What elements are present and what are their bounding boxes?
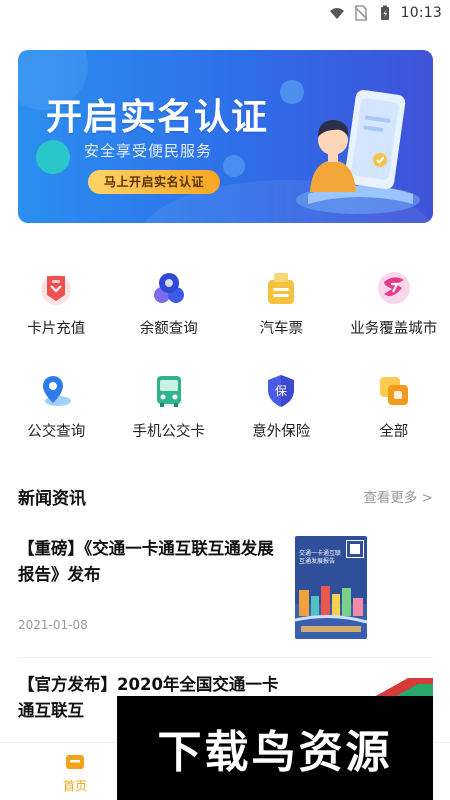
grid-item-label: 卡片充值 — [27, 321, 86, 337]
status-bar: 10:13 — [0, 0, 450, 26]
person-with-id-card-icon — [296, 90, 420, 214]
news-headline: 【重磅】《交通一卡通互联互通发展报告》发布 — [18, 539, 274, 584]
wifi-icon — [329, 8, 344, 19]
balance-query-icon — [153, 273, 184, 303]
svg-text:保: 保 — [275, 384, 287, 398]
grid-item-bus-query[interactable]: 公交查询 — [0, 365, 113, 468]
insurance-shield-icon: 保 — [268, 375, 295, 407]
grid-item-label: 全部 — [379, 424, 409, 440]
banner-decoration — [36, 140, 70, 174]
grid-item-coverage-city[interactable]: 业务覆盖城市 — [338, 262, 450, 365]
news-divider — [18, 657, 433, 658]
grid-item-label: 意外保险 — [252, 424, 311, 440]
view-more-link[interactable]: 查看更多 > — [363, 486, 433, 506]
status-time: 10:13 — [400, 5, 442, 21]
mobile-bus-card-icon — [156, 376, 181, 407]
grid-item-label: 手机公交卡 — [132, 424, 206, 440]
grid-item-balance-query[interactable]: 余额查询 — [113, 262, 226, 365]
grid-item-label: 业务覆盖城市 — [350, 321, 438, 337]
home-icon — [66, 755, 84, 769]
bus-query-icon — [43, 376, 72, 406]
grid-item-all[interactable]: 全部 — [338, 365, 450, 468]
grid-item-insurance[interactable]: 保 意外保险 — [225, 365, 338, 468]
news-date: 2021-01-08 — [18, 618, 88, 632]
qr-code-icon — [346, 540, 364, 558]
banner-title: 开启实名认证 — [46, 97, 269, 138]
all-services-icon — [379, 377, 408, 405]
start-verification-button[interactable]: 马上开启实名认证 — [88, 170, 220, 194]
city-skyline-illustration — [295, 586, 367, 639]
news-item[interactable]: 【重磅】《交通一卡通互联互通发展报告》发布 2021-01-08 交通一卡通互联… — [18, 530, 433, 650]
no-sim-icon — [354, 5, 368, 21]
bus-ticket-icon — [268, 273, 295, 304]
banner-subtitle: 安全享受便民服务 — [84, 142, 213, 160]
card-recharge-icon — [41, 275, 72, 305]
grid-item-bus-ticket[interactable]: 汽车票 — [225, 262, 338, 365]
grid-item-card-recharge[interactable]: 卡片充值 — [0, 262, 113, 365]
grid-item-label: 余额查询 — [139, 321, 198, 337]
watermark-overlay: 下载鸟资源 — [117, 696, 433, 800]
thumbnail-caption: 交通一卡通互联互通发展报告 — [299, 550, 342, 565]
news-thumbnail: 交通一卡通互联互通发展报告 — [295, 536, 367, 639]
coverage-city-icon — [377, 272, 410, 304]
service-grid-row: 公交查询 手机公交卡 保 意外保险 全部 — [0, 365, 450, 468]
battery-icon — [380, 5, 389, 20]
news-section-title: 新闻资讯 — [18, 488, 86, 509]
watermark-text: 下载鸟资源 — [157, 727, 393, 778]
verification-banner[interactable]: 开启实名认证 安全享受便民服务 马上开启实名认证 — [18, 50, 433, 223]
grid-item-label: 汽车票 — [259, 321, 304, 337]
service-grid-row: 卡片充值 余额查询 汽车票 业务覆盖城市 — [0, 262, 450, 365]
banner-decoration — [223, 155, 245, 177]
tab-home-label: 首页 — [62, 779, 87, 793]
grid-item-mobile-bus-card[interactable]: 手机公交卡 — [113, 365, 226, 468]
grid-item-label: 公交查询 — [27, 424, 86, 440]
news-section-header: 新闻资讯 查看更多 > — [18, 482, 433, 510]
service-grid: 卡片充值 余额查询 汽车票 业务覆盖城市 公交查询 手机公交卡 保 意外保险 全… — [0, 262, 450, 468]
